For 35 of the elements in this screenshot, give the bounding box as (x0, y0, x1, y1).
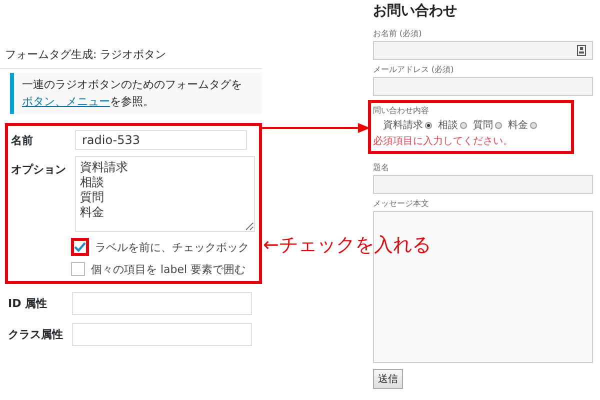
radio-option[interactable]: 質問 (473, 118, 502, 132)
field-label: 名前 (11, 132, 34, 148)
field-label: オプション (11, 162, 67, 177)
class-field[interactable] (72, 323, 252, 346)
error-message: 必須項目に入力してください。 (373, 134, 514, 148)
annotation-text: ←チェックを入れる (263, 233, 431, 258)
field-label: お名前 (必須) (373, 28, 423, 39)
notice-text: を参照。 (110, 95, 154, 108)
field-label: メッセージ本文 (373, 198, 430, 209)
notice-text: 一連のラジオボタンのためのフォームタグを (22, 77, 243, 93)
text-field[interactable] (373, 175, 593, 194)
form-title: お問い合わせ (373, 2, 458, 20)
contact-card-icon (577, 45, 586, 56)
id-field[interactable] (72, 292, 252, 315)
submit-button[interactable]: 送信 (373, 369, 403, 389)
field-label: 問い合わせ内容 (373, 105, 430, 116)
text-field[interactable] (373, 77, 593, 96)
checkbox[interactable] (71, 262, 85, 276)
checkbox[interactable] (71, 238, 89, 256)
radio-option[interactable]: 資料請求 (383, 118, 432, 132)
notice-link[interactable]: ボタン、メニュー (22, 95, 110, 108)
message-field[interactable] (373, 211, 593, 363)
options-field[interactable]: 資料請求 相談 質問 料金 (75, 156, 255, 232)
field-label: ID 属性 (8, 296, 48, 311)
text-field[interactable] (373, 41, 593, 60)
checkbox-label: 個々の項目を label 要素で囲む (91, 262, 247, 276)
field-label: クラス属性 (8, 327, 64, 342)
panel-title: フォームタグ生成: ラジオボタン (0, 47, 262, 69)
radio-option[interactable]: 料金 (508, 118, 537, 132)
field-label: 題名 (373, 162, 390, 173)
checkmark-icon (74, 242, 86, 252)
name-field[interactable]: radio-533 (75, 130, 247, 150)
field-label: メールアドレス (必須) (373, 64, 455, 75)
radio-option[interactable]: 相談 (438, 118, 467, 132)
checkbox-label: ラベルを前に、チェックボック (95, 240, 250, 254)
